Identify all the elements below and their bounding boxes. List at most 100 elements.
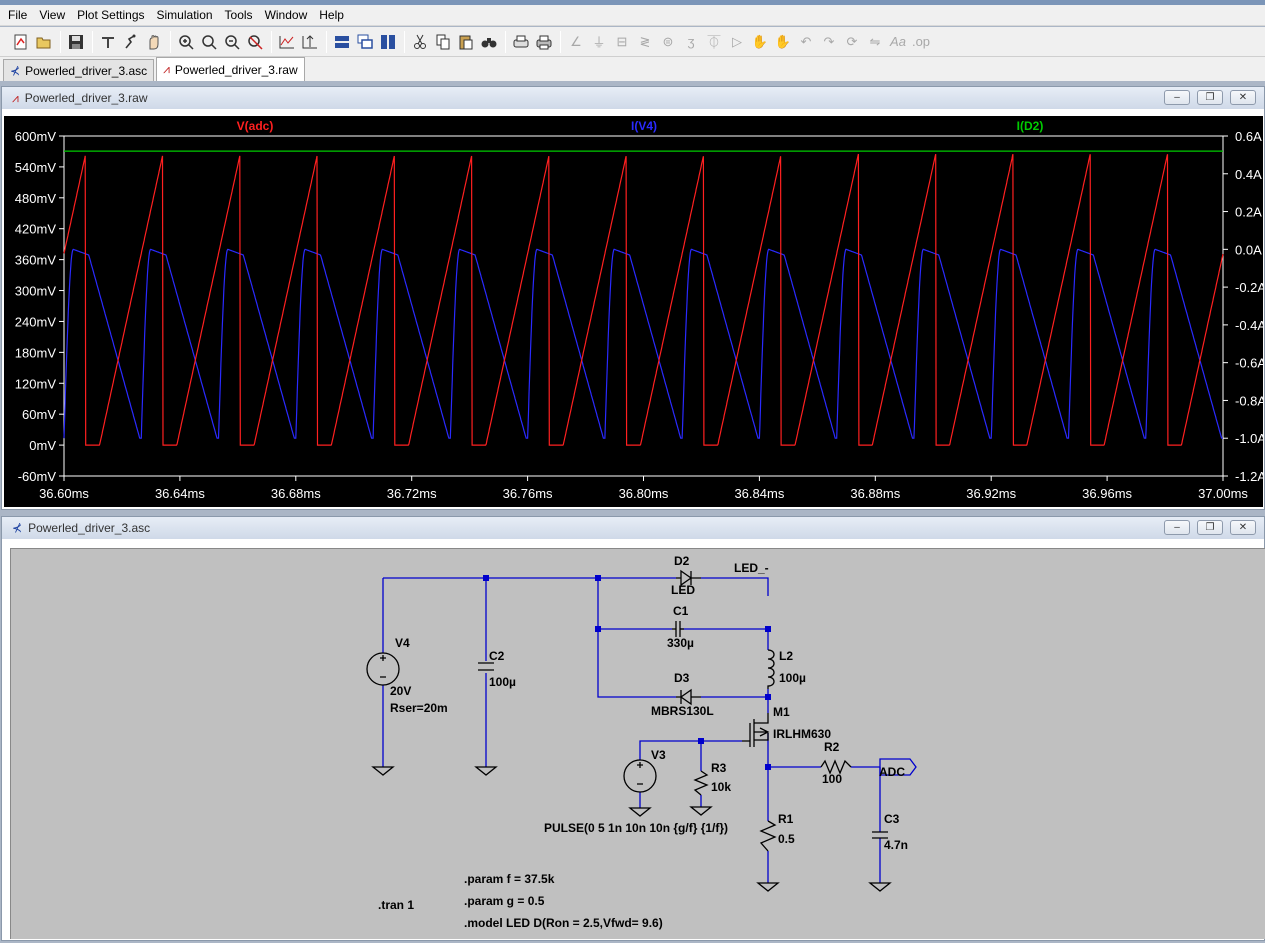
legend-id2[interactable]: I(D2): [1017, 119, 1044, 133]
v4-value[interactable]: 20V: [390, 684, 411, 698]
tile-horizontal-icon[interactable]: [331, 31, 353, 53]
m1-value[interactable]: IRLHM630: [773, 727, 831, 741]
save-icon[interactable]: [65, 31, 87, 53]
c1-ref[interactable]: C1: [673, 604, 689, 618]
menu-file[interactable]: File: [2, 5, 33, 25]
print-setup-icon[interactable]: [510, 31, 532, 53]
inductor-icon[interactable]: ʒ: [680, 31, 702, 53]
spice-directive-tran[interactable]: .tran 1: [378, 898, 414, 912]
zoom-in-icon[interactable]: [175, 31, 197, 53]
new-schematic-icon[interactable]: [10, 31, 32, 53]
r3-ref[interactable]: R3: [711, 761, 727, 775]
ground-icon[interactable]: ⏚: [588, 31, 610, 53]
minimize-button[interactable]: –: [1164, 520, 1190, 535]
v3-value[interactable]: PULSE(0 5 1n 10n 10n {g/f} {1/f}): [544, 821, 728, 835]
c1-capacitor-symbol[interactable]: [672, 621, 684, 637]
restore-button[interactable]: ❐: [1197, 90, 1223, 105]
schematic-window-titlebar[interactable]: ⊀ Powerled_driver_3.asc – ❐ ✕: [2, 517, 1264, 539]
d3-ref[interactable]: D3: [674, 671, 690, 685]
menu-tools[interactable]: Tools: [219, 5, 259, 25]
label-icon[interactable]: ⊟: [611, 31, 633, 53]
resistor-icon[interactable]: ≷: [634, 31, 656, 53]
l2-inductor-symbol[interactable]: [767, 649, 775, 689]
menu-simulation[interactable]: Simulation: [151, 5, 219, 25]
move-icon[interactable]: ✋: [749, 31, 771, 53]
r2-ref[interactable]: R2: [824, 740, 840, 754]
paste-icon[interactable]: [455, 31, 477, 53]
l2-ref[interactable]: L2: [779, 649, 793, 663]
waveform-window-titlebar[interactable]: ⩘ Powerled_driver_3.raw – ❐ ✕: [2, 87, 1264, 109]
capacitor-icon[interactable]: ⊜: [657, 31, 679, 53]
v3-ref[interactable]: V3: [651, 748, 666, 762]
v3-source-symbol[interactable]: [623, 759, 657, 793]
component-icon[interactable]: ▷: [726, 31, 748, 53]
minimize-button[interactable]: –: [1164, 90, 1190, 105]
tab-waveform[interactable]: ⩘ Powerled_driver_3.raw: [156, 57, 305, 81]
control-panel-icon[interactable]: [97, 31, 119, 53]
legend-vadc[interactable]: V(adc): [237, 119, 274, 133]
close-button[interactable]: ✕: [1230, 90, 1256, 105]
m1-mosfet-symbol[interactable]: [742, 713, 770, 747]
spice-directive-model[interactable]: .model LED D(Ron = 2.5,Vfwd= 9.6): [464, 916, 663, 930]
v4-ref[interactable]: V4: [395, 636, 410, 650]
d3-value[interactable]: MBRS130L: [651, 704, 714, 718]
d2-value[interactable]: LED: [671, 583, 695, 597]
v4-source-symbol[interactable]: [366, 652, 400, 686]
c1-value[interactable]: 330µ: [667, 636, 694, 650]
rotate-icon[interactable]: ⟳: [841, 31, 863, 53]
d3-diode-symbol[interactable]: [676, 688, 701, 706]
autorange-y-icon[interactable]: [299, 31, 321, 53]
schematic-drawing[interactable]: D2 LED LED_- C1 330µ L2 100µ D3 MBRS130L…: [11, 549, 1265, 940]
menu-plot-settings[interactable]: Plot Settings: [71, 5, 150, 25]
spice-directive-icon[interactable]: .op: [910, 31, 932, 53]
zoom-fit-icon[interactable]: [198, 31, 220, 53]
c2-capacitor-symbol[interactable]: [478, 662, 494, 671]
menu-help[interactable]: Help: [313, 5, 350, 25]
m1-ref[interactable]: M1: [773, 705, 790, 719]
led-minus-net-label[interactable]: LED_-: [734, 561, 769, 575]
print-icon[interactable]: [533, 31, 555, 53]
c2-ref[interactable]: C2: [489, 649, 505, 663]
wire-icon[interactable]: ∠: [565, 31, 587, 53]
adc-net-label[interactable]: ADC: [879, 765, 905, 779]
r1-ref[interactable]: R1: [778, 812, 794, 826]
close-button[interactable]: ✕: [1230, 520, 1256, 535]
spice-directive-param-f[interactable]: .param f = 37.5k: [464, 872, 555, 886]
diode-icon[interactable]: ⏁: [703, 31, 725, 53]
cut-icon[interactable]: [409, 31, 431, 53]
zoom-cancel-icon[interactable]: [244, 31, 266, 53]
cascade-icon[interactable]: [354, 31, 376, 53]
redo-icon[interactable]: ↷: [818, 31, 840, 53]
d2-ref[interactable]: D2: [674, 554, 690, 568]
l2-value[interactable]: 100µ: [779, 671, 806, 685]
run-icon[interactable]: [120, 31, 142, 53]
waveform-plot[interactable]: V(adc) I(V4) I(D2) 600mV 540mV 480mV 420mV 3…: [4, 116, 1265, 507]
tile-vertical-icon[interactable]: [377, 31, 399, 53]
halt-icon[interactable]: [143, 31, 165, 53]
r3-resistor-symbol[interactable]: [693, 770, 709, 796]
open-icon[interactable]: [33, 31, 55, 53]
c3-value[interactable]: 4.7n: [884, 838, 908, 852]
r2-value[interactable]: 100: [822, 772, 842, 786]
v4-rser[interactable]: Rser=20m: [390, 701, 448, 715]
r1-resistor-symbol[interactable]: [759, 820, 777, 852]
c2-value[interactable]: 100µ: [489, 675, 516, 689]
legend-iv4[interactable]: I(V4): [631, 119, 657, 133]
autorange-icon[interactable]: [276, 31, 298, 53]
schematic-canvas[interactable]: D2 LED LED_- C1 330µ L2 100µ D3 MBRS130L…: [10, 548, 1265, 939]
r3-value[interactable]: 10k: [711, 780, 731, 794]
drag-icon[interactable]: ✋: [772, 31, 794, 53]
restore-button[interactable]: ❐: [1197, 520, 1223, 535]
mirror-icon[interactable]: ⇋: [864, 31, 886, 53]
spice-directive-param-g[interactable]: .param g = 0.5: [464, 894, 545, 908]
zoom-out-icon[interactable]: [221, 31, 243, 53]
waveform-plot-pane[interactable]: V(adc) I(V4) I(D2) 600mV 540mV 480mV 420mV 3…: [4, 116, 1265, 507]
r1-value[interactable]: 0.5: [778, 832, 795, 846]
c3-ref[interactable]: C3: [884, 812, 900, 826]
menu-view[interactable]: View: [33, 5, 71, 25]
menu-window[interactable]: Window: [259, 5, 314, 25]
undo-icon[interactable]: ↶: [795, 31, 817, 53]
text-icon[interactable]: Aa: [887, 31, 909, 53]
tab-schematic[interactable]: ⊀ Powerled_driver_3.asc: [3, 59, 155, 81]
find-icon[interactable]: [478, 31, 500, 53]
